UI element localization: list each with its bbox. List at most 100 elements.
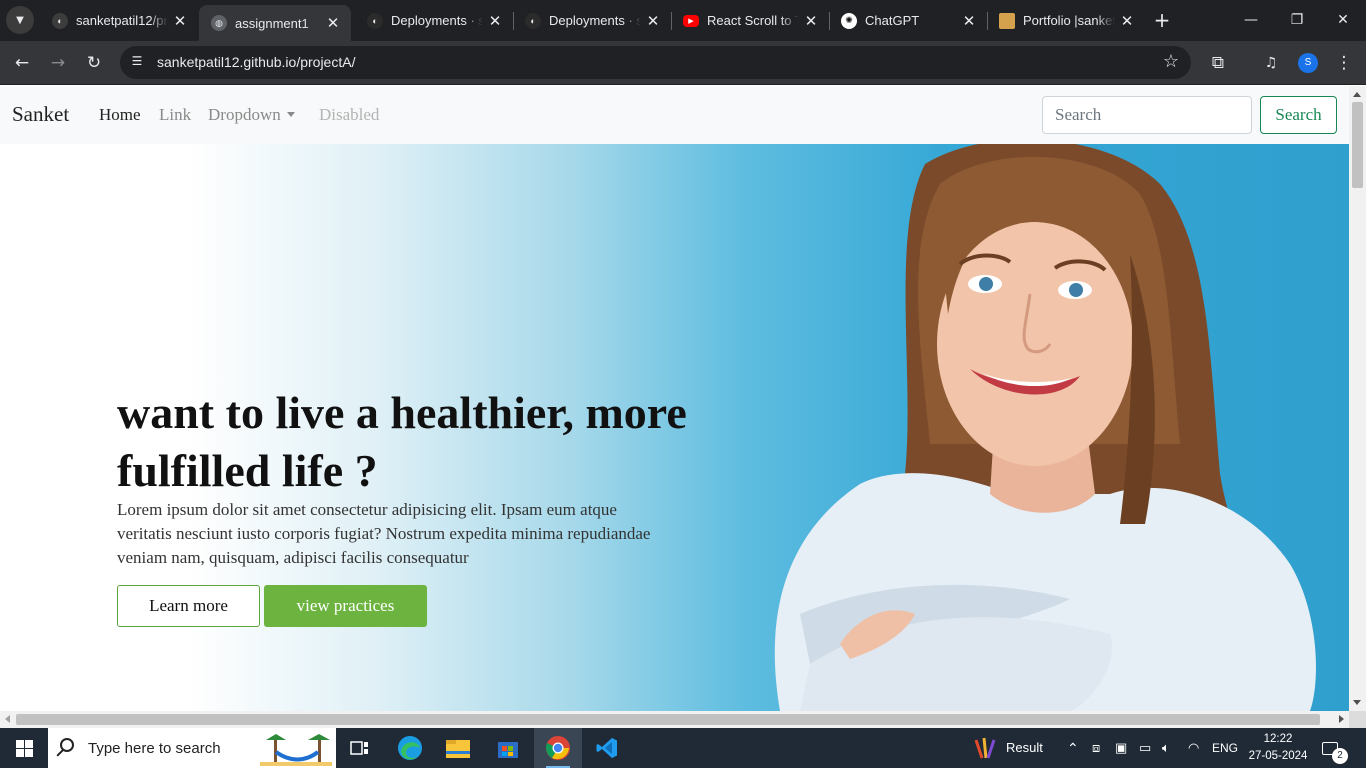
github-icon: ◐ <box>52 12 68 29</box>
store-button[interactable] <box>484 728 532 768</box>
browser-tab[interactable]: ✺ ChatGPT ✕ <box>829 0 987 41</box>
scroll-down-arrow-icon[interactable] <box>1353 700 1361 705</box>
system-clock[interactable]: 12:22 27-05-2024 <box>1248 731 1308 765</box>
caret-down-icon <box>286 112 295 117</box>
github-icon: ◐ <box>367 12 383 29</box>
notification-badge: 2 <box>1332 748 1348 764</box>
scrollbar-corner <box>1349 711 1366 728</box>
bookmark-star-icon[interactable]: ☆ <box>1163 51 1179 72</box>
site-info-icon[interactable]: ☰ <box>129 54 145 70</box>
back-button[interactable]: ← <box>9 50 35 76</box>
page-viewport: Sanket Home Link Dropdown Disabled Searc… <box>0 86 1349 711</box>
browser-menu-button[interactable]: ⋮ <box>1331 50 1357 76</box>
portfolio-icon <box>999 12 1015 29</box>
browser-tab-strip: ▼ ◐ sanketpatil12/projectA ✕ ◍ assignmen… <box>0 0 1366 41</box>
browser-tab[interactable]: ◐ Deployments · sanketpatil12 ✕ <box>513 0 671 41</box>
github-icon: ◐ <box>525 12 541 29</box>
tab-search-button[interactable]: ▼ <box>6 6 34 34</box>
browser-tab[interactable]: ◐ Deployments · sanketpatil12 ✕ <box>355 0 513 41</box>
close-tab-icon[interactable]: ✕ <box>641 12 665 30</box>
url-text[interactable]: sanketpatil12.github.io/projectA/ <box>157 54 355 70</box>
close-tab-icon[interactable]: ✕ <box>321 14 345 32</box>
battery-icon[interactable]: ▭ <box>1139 728 1151 768</box>
extensions-button[interactable]: ⧉ <box>1205 50 1231 76</box>
meet-now-icon[interactable]: ⧈ <box>1092 728 1100 768</box>
profile-avatar[interactable]: S <box>1298 53 1318 73</box>
hero-photo <box>774 144 1316 711</box>
media-controls-button[interactable]: ♫ <box>1258 50 1284 76</box>
scroll-right-arrow-icon[interactable] <box>1339 715 1344 723</box>
store-icon <box>498 742 518 758</box>
browser-toolbar: ← → ↻ ☰ sanketpatil12.github.io/projectA… <box>0 41 1366 85</box>
chatgpt-icon: ✺ <box>841 12 857 29</box>
vertical-scrollbar[interactable] <box>1349 86 1366 711</box>
minimize-button[interactable]: — <box>1228 0 1274 41</box>
close-tab-icon[interactable]: ✕ <box>799 12 823 30</box>
tray-app-button[interactable] <box>972 728 1000 768</box>
taskbar-search-placeholder: Type here to search <box>88 740 221 757</box>
search-highlight-icon <box>260 734 332 766</box>
wifi-icon[interactable]: ◠ <box>1188 728 1199 768</box>
puzzle-icon: ⧉ <box>1211 53 1225 73</box>
notification-center-button[interactable]: 2 <box>1322 728 1348 768</box>
search-icon <box>60 738 74 752</box>
hero-section: want to live a healthier, more fulfilled… <box>0 144 1349 711</box>
edge-icon <box>398 736 422 760</box>
search-input[interactable]: Search <box>1042 96 1252 134</box>
view-practices-button[interactable]: view practices <box>264 585 427 627</box>
nav-link-home[interactable]: Home <box>99 105 141 125</box>
restore-button[interactable]: ❐ <box>1274 0 1320 41</box>
plus-icon: + <box>1153 8 1171 32</box>
tray-app-label: Result <box>1006 740 1043 755</box>
close-tab-icon[interactable]: ✕ <box>483 12 507 30</box>
close-tab-icon[interactable]: ✕ <box>957 12 981 30</box>
browser-tab[interactable]: ◐ sanketpatil12/projectA ✕ <box>40 0 198 41</box>
navbar-brand[interactable]: Sanket <box>12 102 69 127</box>
vscode-icon <box>596 738 617 758</box>
nav-dropdown[interactable]: Dropdown <box>208 105 295 125</box>
site-navbar: Sanket Home Link Dropdown Disabled Searc… <box>0 86 1349 144</box>
playlist-icon: ♫ <box>1264 55 1278 71</box>
new-tab-button[interactable]: + <box>1150 8 1174 32</box>
forward-button[interactable]: → <box>45 50 71 76</box>
edge-button[interactable] <box>386 728 434 768</box>
arrow-right-icon: → <box>50 53 66 73</box>
chrome-button[interactable] <box>534 728 582 768</box>
browser-tab[interactable]: Portfolio |sanket ✕ <box>987 0 1145 41</box>
close-tab-icon[interactable]: ✕ <box>168 12 192 30</box>
horizontal-scroll-thumb[interactable] <box>16 714 1320 725</box>
nav-link-disabled: Disabled <box>319 105 380 124</box>
scroll-up-arrow-icon[interactable] <box>1353 92 1361 97</box>
vscode-button[interactable] <box>583 728 631 768</box>
reload-button[interactable]: ↻ <box>81 50 107 76</box>
scroll-left-arrow-icon[interactable] <box>5 715 10 723</box>
close-window-button[interactable]: ✕ <box>1320 0 1366 41</box>
globe-icon: ◍ <box>211 15 227 31</box>
clock-date: 27-05-2024 <box>1248 750 1308 762</box>
file-explorer-button[interactable] <box>434 728 482 768</box>
search-button[interactable]: Search <box>1260 96 1337 134</box>
start-button[interactable] <box>0 728 48 768</box>
minimize-icon: — <box>1244 12 1258 28</box>
close-icon: ✕ <box>1337 12 1349 28</box>
task-view-button[interactable] <box>336 728 384 768</box>
windows-taskbar: Type here to search Result ⌃ ⧈ ▣ ▭ 🔈︎ ◠ … <box>0 728 1366 768</box>
vertical-scroll-thumb[interactable] <box>1352 102 1363 188</box>
learn-more-button[interactable]: Learn more <box>117 585 260 627</box>
network-card-icon[interactable]: ▣ <box>1115 728 1127 768</box>
chevron-up-icon[interactable]: ⌃ <box>1067 728 1079 768</box>
nav-link-link[interactable]: Link <box>159 105 191 125</box>
taskbar-search-box[interactable]: Type here to search <box>48 728 336 768</box>
painting-app-icon <box>974 737 996 759</box>
address-bar[interactable]: ☰ sanketpatil12.github.io/projectA/ ☆ <box>120 46 1191 79</box>
volume-icon[interactable]: 🔈︎ <box>1162 728 1170 768</box>
horizontal-scrollbar[interactable] <box>0 711 1349 728</box>
close-tab-icon[interactable]: ✕ <box>1115 12 1139 30</box>
hero-description: Lorem ipsum dolor sit amet consectetur a… <box>117 500 651 567</box>
kebab-menu-icon: ⋮ <box>1335 53 1353 73</box>
chrome-icon <box>546 736 570 760</box>
file-explorer-icon <box>446 740 470 758</box>
language-indicator[interactable]: ENG <box>1212 728 1238 768</box>
browser-tab-active[interactable]: ◍ assignment1 ✕ <box>199 5 351 41</box>
browser-tab[interactable]: ▶ React Scroll to Top ✕ <box>671 0 829 41</box>
